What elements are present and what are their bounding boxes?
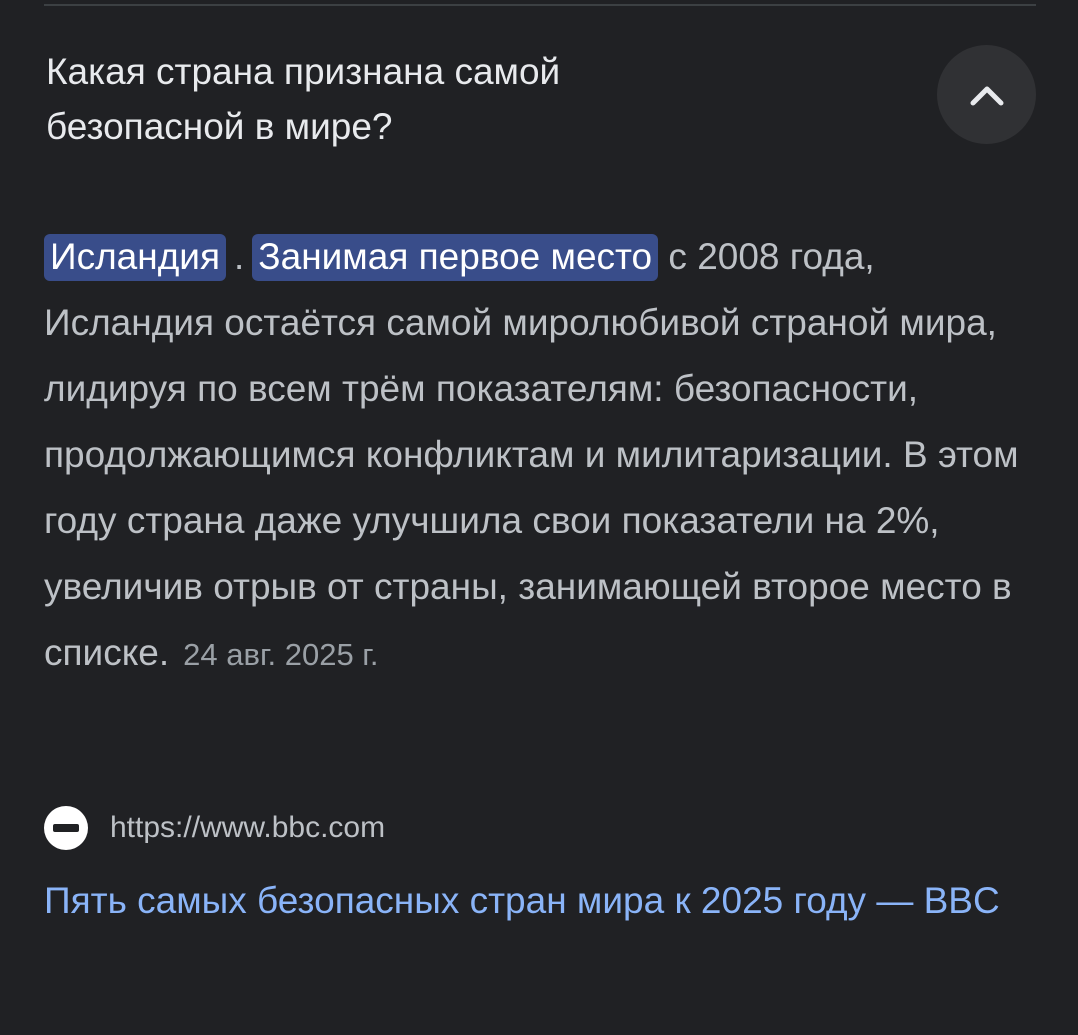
collapse-button[interactable] — [937, 45, 1036, 144]
source-url[interactable]: https://www.bbc.com — [110, 811, 385, 845]
source-link-title[interactable]: Пять самых безопасных стран мира к 2025 … — [44, 867, 1034, 934]
answer-date: 24 авг. 2025 г. — [183, 637, 379, 672]
answer-body: с 2008 года, Исландия остаётся самой мир… — [44, 236, 1019, 673]
highlight-phrase: Занимая первое место — [252, 234, 659, 281]
answer-text: Исландия. Занимая первое место с 2008 год… — [44, 224, 1034, 688]
bbc-favicon-icon — [44, 806, 88, 850]
source-row[interactable]: https://www.bbc.com — [44, 806, 385, 850]
chevron-up-icon — [969, 83, 1005, 107]
top-divider — [44, 4, 1036, 6]
separator: . — [234, 236, 245, 277]
question-heading: Какая страна признана самой безопасной в… — [46, 51, 561, 147]
highlight-country: Исландия — [44, 234, 226, 281]
